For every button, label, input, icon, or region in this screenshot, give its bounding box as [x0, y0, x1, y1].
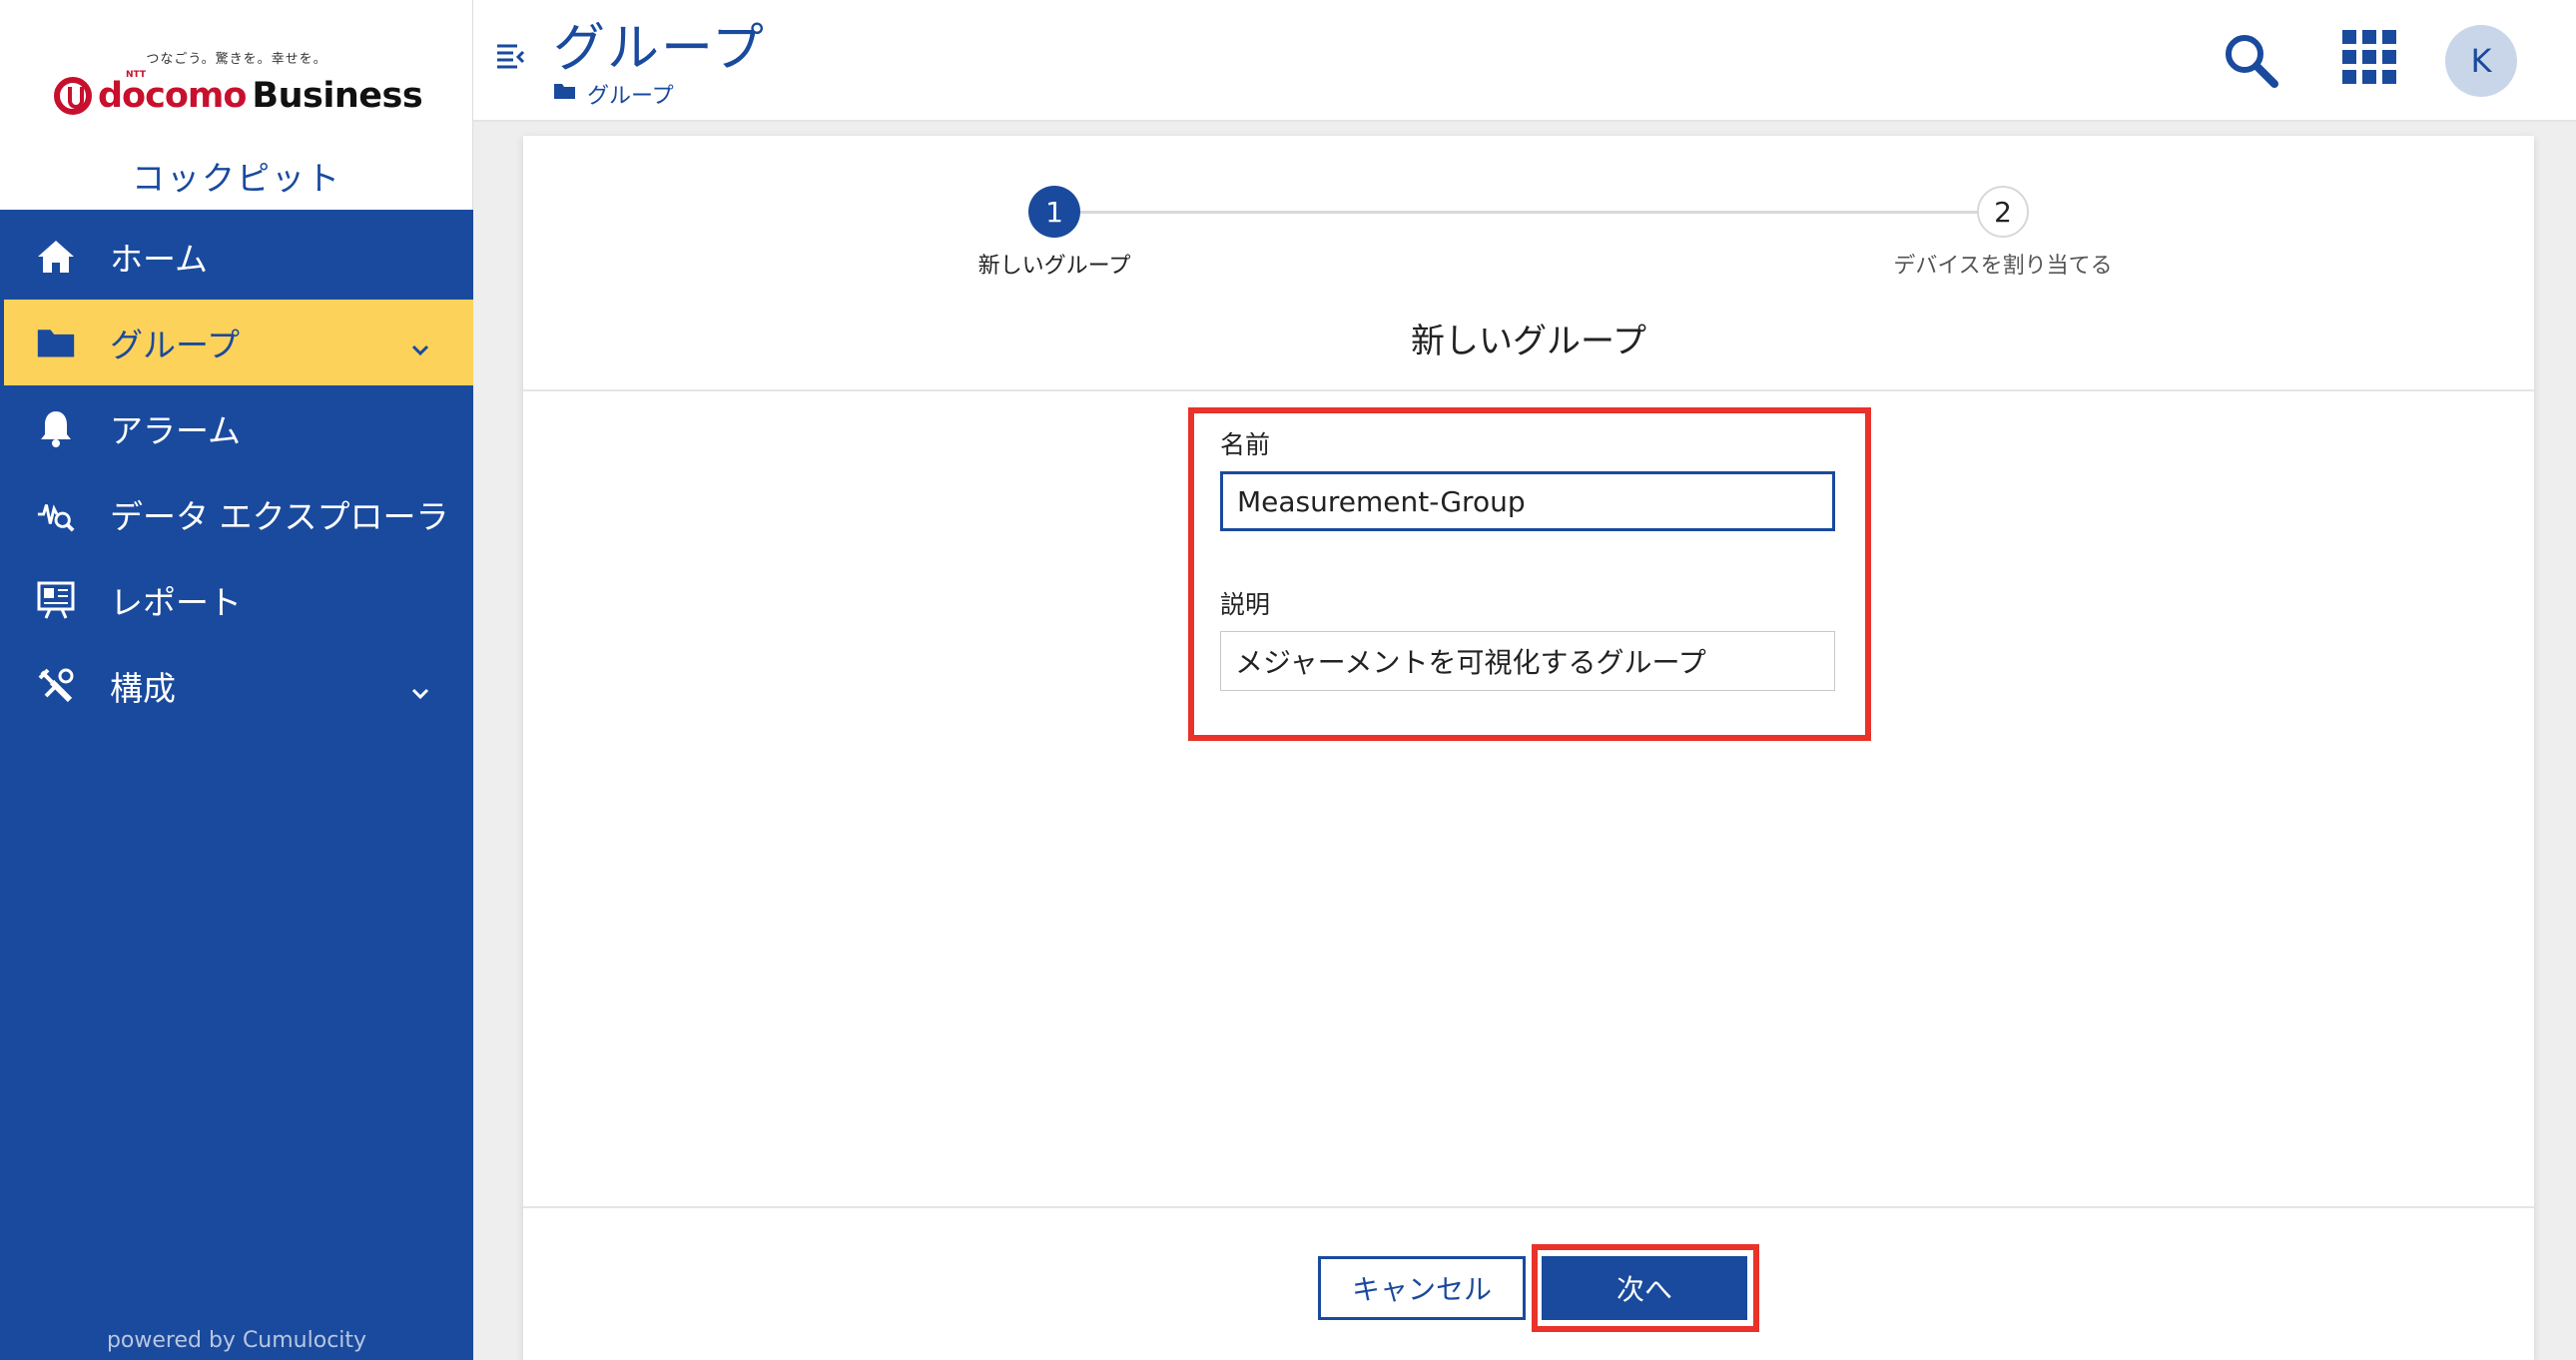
wrench-icon [36, 666, 76, 706]
data-explorer-icon [36, 494, 76, 534]
step-2-label: デバイスを割り当てる [1893, 254, 2113, 279]
footer-divider [523, 1206, 2534, 1208]
sidebar-toggle-icon[interactable] [495, 42, 527, 76]
logo-business-text: Business [252, 76, 423, 116]
user-avatar[interactable]: K [2445, 25, 2517, 97]
stepper-line [1054, 211, 2003, 214]
cancel-button[interactable]: キャンセル [1318, 1256, 1526, 1320]
new-group-card: 1 2 新しいグループ デバイスを割り当てる 新しいグループ 名前 説明 キャン… [523, 136, 2534, 1360]
folder-open-icon [553, 81, 577, 107]
app-switcher-icon[interactable] [2342, 30, 2396, 84]
chevron-down-icon [409, 673, 431, 712]
breadcrumb-label: グループ [587, 84, 674, 109]
sidebar-item-configuration[interactable]: 構成 [0, 643, 473, 729]
sidebar-nav: ホーム グループ アラーム データ エクスプローラ レポート 構成 [0, 214, 473, 729]
description-input[interactable] [1220, 631, 1835, 691]
sidebar: つなごう。驚きを。幸せを。 NTT docomo Business コックピット… [0, 0, 473, 1360]
sidebar-item-home[interactable]: ホーム [0, 214, 473, 300]
report-icon [36, 580, 76, 620]
form-title: 新しいグループ [1411, 322, 1646, 361]
breadcrumb[interactable]: グループ [553, 78, 674, 110]
app-name: コックピット [132, 159, 341, 198]
home-icon [36, 237, 76, 277]
sidebar-item-data-explorer[interactable]: データ エクスプローラ [0, 471, 473, 557]
bell-icon [36, 408, 76, 448]
sidebar-item-label: ホーム [110, 240, 209, 279]
header-divider [523, 389, 2534, 391]
name-input[interactable] [1220, 471, 1835, 531]
docomo-business-logo: docomo Business [54, 74, 423, 118]
sidebar-item-groups[interactable]: グループ [0, 300, 473, 385]
search-icon[interactable] [2221, 30, 2280, 94]
sidebar-item-label: レポート [110, 583, 242, 622]
sidebar-item-label: グループ [110, 326, 241, 364]
top-header: グループ グループ K [473, 0, 2576, 122]
powered-by: powered by Cumulocity [106, 1328, 367, 1353]
sidebar-item-reports[interactable]: レポート [0, 557, 473, 643]
next-button[interactable]: 次へ [1542, 1256, 1747, 1320]
step-2-indicator: 2 [1977, 186, 2029, 238]
sidebar-item-label: アラーム [110, 411, 242, 450]
docomo-logo-icon [54, 77, 92, 115]
step-1-indicator: 1 [1028, 186, 1080, 238]
description-label: 説明 [1220, 590, 1271, 619]
logo-docomo-text: docomo [98, 76, 247, 116]
sidebar-item-label: データ エクスプローラ [110, 497, 449, 536]
step-1-label: 新しいグループ [977, 254, 1131, 279]
brand-header: つなごう。驚きを。幸せを。 NTT docomo Business コックピット [0, 0, 473, 210]
sidebar-item-label: 構成 [110, 669, 176, 708]
sidebar-item-alarms[interactable]: アラーム [0, 385, 473, 471]
chevron-down-icon [409, 330, 431, 368]
brand-tagline: つなごう。驚きを。幸せを。 [146, 52, 327, 67]
name-label: 名前 [1220, 430, 1271, 459]
page-title: グループ [553, 19, 766, 79]
folder-icon [36, 323, 76, 362]
